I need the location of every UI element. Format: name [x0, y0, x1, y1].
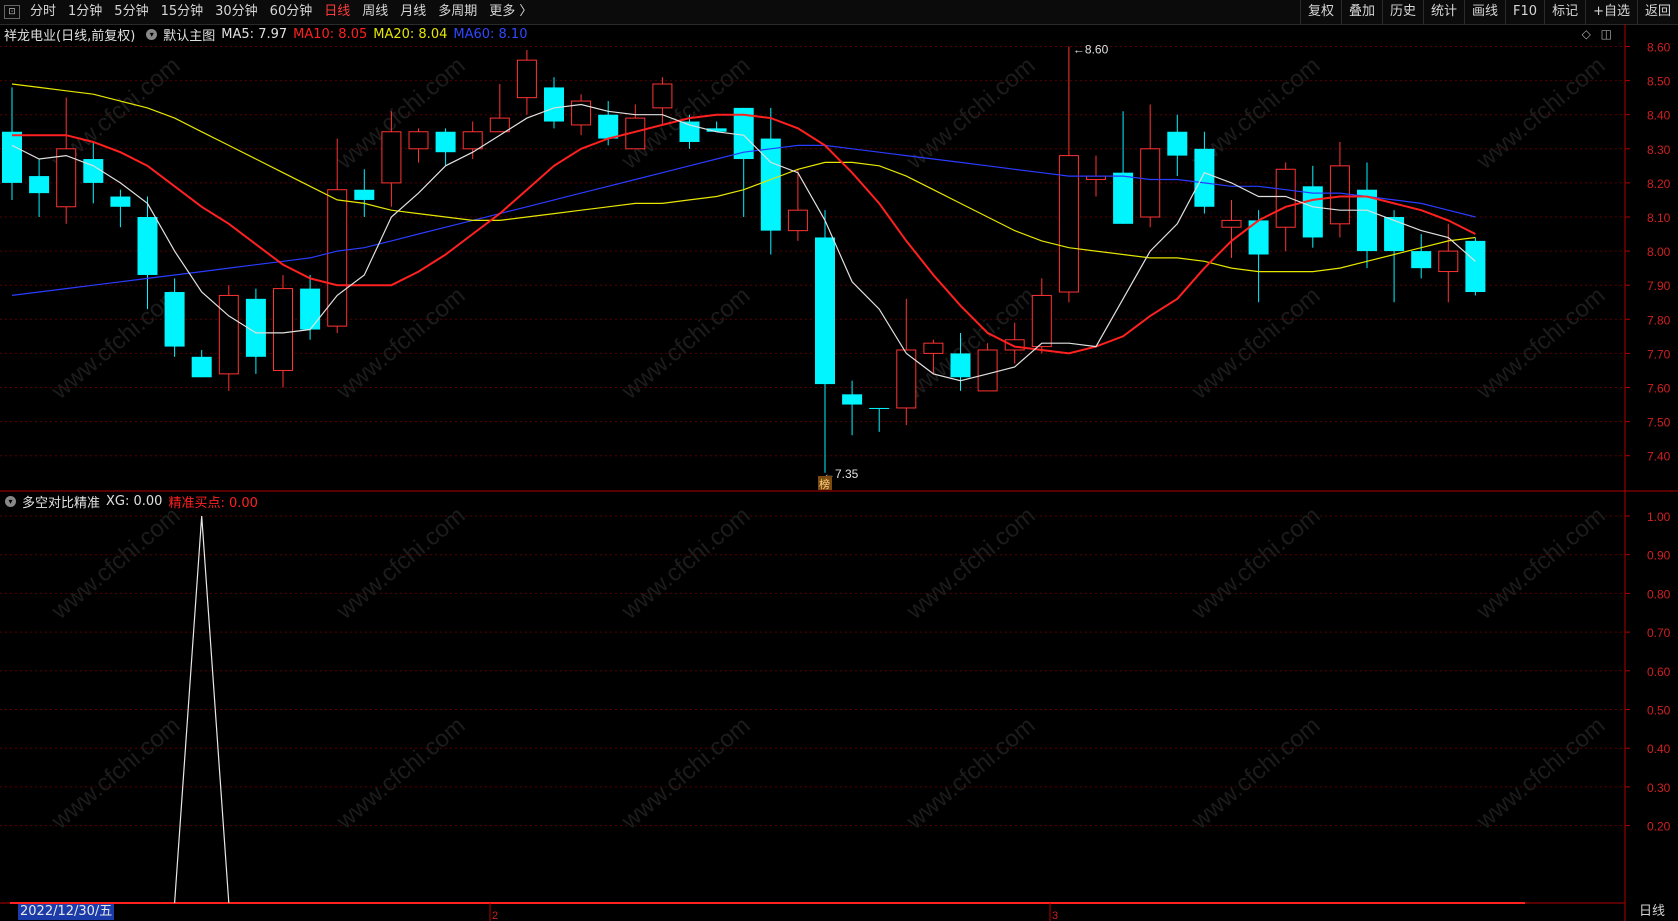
candle-body — [2, 131, 22, 183]
candle-body — [273, 288, 293, 371]
watermark-text: www.cfchi.com — [1186, 282, 1326, 405]
watermark-text: www.cfchi.com — [901, 712, 1041, 835]
price-tick-label: 8.00 — [1647, 245, 1671, 259]
watermark-text: www.cfchi.com — [1471, 282, 1611, 405]
candle-body — [1004, 339, 1025, 351]
indicator-tick-label: 1.00 — [1647, 510, 1671, 524]
high-price-label: ←8.60 — [1073, 43, 1109, 57]
indicator-tick-label: 0.50 — [1647, 704, 1671, 718]
watermark-text: www.cfchi.com — [1186, 502, 1326, 625]
price-tick-label: 7.40 — [1647, 450, 1671, 464]
candle-body — [1465, 240, 1486, 293]
candle-body — [842, 394, 863, 405]
candle-body — [1221, 219, 1242, 228]
watermark-text: www.cfchi.com — [331, 712, 471, 835]
price-tick-label: 8.20 — [1647, 177, 1671, 191]
candle-body — [218, 294, 239, 375]
candle-body — [598, 114, 619, 139]
candle-body — [516, 59, 537, 99]
indicator-tick-label: 0.60 — [1647, 665, 1671, 679]
candle-body — [869, 407, 890, 409]
watermark-text: www.cfchi.com — [616, 712, 756, 835]
price-tick-label: 7.50 — [1647, 416, 1671, 430]
candle-body — [1031, 294, 1052, 348]
indicator-tick-label: 0.40 — [1647, 742, 1671, 756]
candle-body — [164, 292, 185, 347]
watermark-text: www.cfchi.com — [331, 502, 471, 625]
watermark-text: www.cfchi.com — [901, 502, 1041, 625]
candle-body — [1167, 131, 1188, 156]
watermark-text: www.cfchi.com — [1186, 712, 1326, 835]
candle-body — [1275, 168, 1296, 228]
candle-body — [137, 217, 158, 275]
month-label: 2 — [492, 910, 498, 921]
candle-body — [1438, 250, 1459, 273]
candle-body — [1194, 148, 1215, 207]
candle-body — [977, 349, 998, 392]
candle-body — [815, 237, 835, 385]
price-tick-label: 7.90 — [1647, 279, 1671, 293]
price-tick-label: 8.60 — [1647, 41, 1671, 55]
candle-body — [652, 83, 673, 109]
indicator-tick-label: 0.90 — [1647, 549, 1671, 563]
candle-body — [1329, 165, 1350, 225]
candle-body — [923, 342, 944, 354]
dragon-tiger-badge-label: 榜 — [819, 477, 830, 491]
candle-body — [1411, 251, 1432, 269]
period-tag: 日线 — [1638, 904, 1665, 919]
candle-body — [435, 131, 456, 153]
watermark-text: www.cfchi.com — [616, 282, 756, 405]
candle-body — [462, 131, 483, 150]
price-tick-label: 8.30 — [1647, 143, 1671, 157]
watermark-text: www.cfchi.com — [616, 502, 756, 625]
indicator-tick-label: 0.20 — [1647, 820, 1671, 834]
candle-body — [787, 209, 808, 232]
candle-body — [300, 288, 321, 330]
candle-body — [1140, 148, 1161, 218]
price-tick-label: 8.40 — [1647, 109, 1671, 123]
watermark-text: www.cfchi.com — [1471, 502, 1611, 625]
watermark-text: www.cfchi.com — [901, 52, 1041, 175]
indicator-tick-label: 0.80 — [1647, 587, 1671, 601]
price-tick-label: 7.70 — [1647, 347, 1671, 361]
watermark-text: www.cfchi.com — [1471, 52, 1611, 175]
indicator-tick-label: 0.70 — [1647, 626, 1671, 640]
candle-body — [408, 131, 429, 150]
price-tick-label: 7.60 — [1647, 382, 1671, 396]
candle-body — [381, 131, 402, 184]
candle-body — [1113, 172, 1134, 224]
cursor-date: 2022/12/30/五 — [18, 904, 115, 920]
candle-body — [489, 117, 510, 133]
candle-body — [327, 189, 348, 327]
watermark-text: www.cfchi.com — [1471, 712, 1611, 835]
price-tick-label: 8.10 — [1647, 211, 1671, 225]
price-tick-label: 7.80 — [1647, 313, 1671, 327]
candle-body — [1302, 186, 1323, 238]
watermark-text: www.cfchi.com — [46, 712, 186, 835]
month-label: 3 — [1052, 910, 1058, 921]
watermark-text: www.cfchi.com — [46, 502, 186, 625]
candle-body — [1384, 217, 1405, 252]
candle-body — [110, 196, 131, 207]
candle-body — [950, 353, 971, 378]
price-tick-label: 8.50 — [1647, 75, 1671, 89]
watermark-text: www.cfchi.com — [46, 282, 186, 405]
candle-body — [544, 87, 564, 122]
candle-body — [354, 189, 375, 200]
chart-canvas[interactable]: 8.60 8.50 8.40 8.30 8.20 8.10 8.00 7.90 7.80 7.70… — [0, 0, 1678, 921]
watermark-text: www.cfchi.com — [331, 282, 471, 405]
candle-body — [29, 176, 50, 194]
indicator-tick-label: 0.30 — [1647, 781, 1671, 795]
candle-body — [191, 356, 212, 378]
candle-body — [760, 138, 781, 231]
